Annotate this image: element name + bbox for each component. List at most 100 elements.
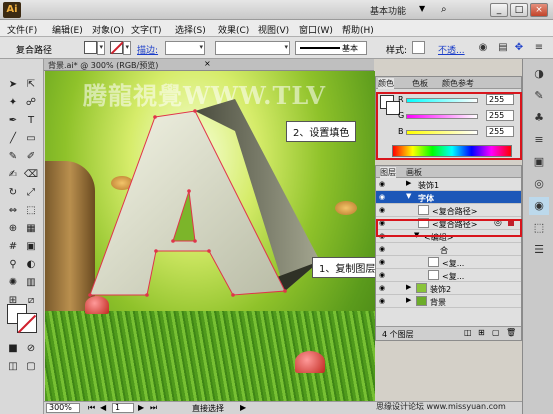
layer-name[interactable]: 装饰1 <box>418 180 439 191</box>
perspective-grid-tool-icon[interactable]: ▦ <box>22 221 40 237</box>
sublayer-row[interactable]: ◉ <复... <box>376 256 521 269</box>
direct-selection-tool-icon[interactable]: ⇱ <box>22 77 40 93</box>
color-panel-icon[interactable]: ◑ <box>529 65 549 83</box>
visibility-eye-icon[interactable]: ◉ <box>379 284 387 292</box>
none-mode-icon[interactable]: ⊘ <box>22 341 40 357</box>
sublayer-row[interactable]: ◉ <复... <box>376 269 521 282</box>
fill-dropdown[interactable]: ▾ <box>97 41 105 55</box>
pencil-tool-icon[interactable]: ✐ <box>22 149 40 165</box>
screen-mode-icon[interactable]: ▢ <box>22 359 40 375</box>
document-tab[interactable]: 背景.ai* @ 300% (RGB/预览) × <box>44 59 374 71</box>
menu-window[interactable]: 窗口(W) <box>299 23 333 36</box>
expand-triangle-icon[interactable]: ▶ <box>406 179 411 187</box>
align-icon[interactable]: ▤ <box>496 41 510 55</box>
collapse-triangle-icon[interactable]: ▼ <box>406 192 411 200</box>
symbol-sprayer-tool-icon[interactable]: ✺ <box>4 275 22 291</box>
lasso-tool-icon[interactable]: ☍ <box>22 95 40 111</box>
page-number[interactable]: 1 <box>112 403 134 413</box>
type-tool-icon[interactable]: T <box>22 113 40 129</box>
layer-name[interactable]: 装饰2 <box>430 284 451 295</box>
expand-triangle-icon[interactable]: ▶ <box>406 296 411 304</box>
drawing-mode-icon[interactable]: ◫ <box>4 359 22 375</box>
mesh-tool-icon[interactable]: # <box>4 239 22 255</box>
search-icon[interactable]: ⌕ <box>441 4 453 16</box>
column-graph-tool-icon[interactable]: ▥ <box>22 275 40 291</box>
symbols-panel-icon[interactable]: ♣ <box>529 109 549 127</box>
menu-type[interactable]: 文字(T) <box>131 23 162 36</box>
visibility-eye-icon[interactable]: ◉ <box>379 206 387 214</box>
sublayer-row[interactable]: ◉ 合 <box>376 243 521 256</box>
rotate-tool-icon[interactable]: ↻ <box>4 185 22 201</box>
menu-edit[interactable]: 编辑(E) <box>52 23 83 36</box>
stroke-label[interactable]: 描边: <box>137 43 158 56</box>
visibility-eye-icon[interactable]: ◉ <box>379 180 387 188</box>
layer-name[interactable]: <复合路径> <box>432 206 477 217</box>
tab-color[interactable]: 颜色 <box>378 78 394 89</box>
next-page-icon[interactable]: ▶ <box>138 403 144 412</box>
layer-name[interactable]: 合 <box>440 245 448 256</box>
menu-object[interactable]: 对象(O) <box>92 23 124 36</box>
shape-builder-tool-icon[interactable]: ⊕ <box>4 221 22 237</box>
visibility-eye-icon[interactable]: ◉ <box>379 193 387 201</box>
previous-page-icon[interactable]: ◀ <box>100 403 106 412</box>
brushes-panel-icon[interactable]: ✎ <box>529 87 549 105</box>
stroke-color-swatch[interactable] <box>110 41 123 54</box>
visibility-eye-icon[interactable]: ◉ <box>379 258 387 266</box>
appearance-panel-icon[interactable]: ◉ <box>529 197 549 215</box>
opacity-link[interactable]: 不透... <box>438 43 465 56</box>
color-mode-icon[interactable]: ■ <box>4 341 22 357</box>
layer-row-font[interactable]: ◉ ▼ 字体 <box>376 191 521 204</box>
blend-tool-icon[interactable]: ◐ <box>22 257 40 273</box>
recolor-artwork-icon[interactable]: ◉ <box>476 41 490 55</box>
gradient-panel-icon[interactable]: ▣ <box>529 153 549 171</box>
layers-panel-icon[interactable]: ☰ <box>529 241 549 259</box>
eraser-tool-icon[interactable]: ⌫ <box>22 167 40 183</box>
blob-brush-tool-icon[interactable]: ✍ <box>4 167 22 183</box>
scale-tool-icon[interactable]: ⤢ <box>22 185 40 201</box>
close-icon[interactable]: × <box>530 3 548 17</box>
graphic-styles-panel-icon[interactable]: ⬚ <box>529 219 549 237</box>
first-page-icon[interactable]: ⏮ <box>88 403 95 413</box>
layer-name[interactable]: <复... <box>442 258 464 269</box>
workspace-caret-icon[interactable]: ▼ <box>419 4 425 13</box>
fill-color-swatch[interactable] <box>84 41 97 54</box>
gradient-tool-icon[interactable]: ▣ <box>22 239 40 255</box>
line-tool-icon[interactable]: ╱ <box>4 131 22 147</box>
tab-artboards[interactable]: 画板 <box>406 167 422 178</box>
eyedropper-tool-icon[interactable]: ⚲ <box>4 257 22 273</box>
layer-row-deco2[interactable]: ◉ ▶ 装饰2 <box>376 282 521 295</box>
stroke-panel-icon[interactable]: ≡ <box>529 131 549 149</box>
selection-tool-icon[interactable]: ➤ <box>4 77 22 93</box>
width-tool-icon[interactable]: ⇔ <box>4 203 22 219</box>
stroke-weight-field[interactable]: ▾ <box>165 41 205 55</box>
last-page-icon[interactable]: ⏭ <box>150 403 157 413</box>
stroke-swatch[interactable] <box>17 313 37 333</box>
pen-tool-icon[interactable]: ✒ <box>4 113 22 129</box>
brush-definition[interactable]: 基本 <box>295 41 367 55</box>
tab-color-guide[interactable]: 颜色参考 <box>442 78 474 89</box>
tab-layers[interactable]: 图层 <box>380 167 396 178</box>
layer-row-background[interactable]: ◉ ▶ 背景 <box>376 295 521 308</box>
layer-row-deco1[interactable]: ◉ ▶ 装饰1 <box>376 178 521 191</box>
stroke-dropdown[interactable]: ▾ <box>123 41 131 55</box>
magic-wand-tool-icon[interactable]: ✦ <box>4 95 22 111</box>
variable-width-profile[interactable]: ▾ <box>215 41 290 55</box>
graphic-style-swatch[interactable] <box>412 41 425 54</box>
new-sublayer-icon[interactable]: ⊞ <box>478 328 485 337</box>
visibility-eye-icon[interactable]: ◉ <box>379 271 387 279</box>
transform-icon[interactable]: ✥ <box>512 41 526 55</box>
tab-swatches[interactable]: 色板 <box>412 78 428 89</box>
status-menu-icon[interactable]: ▶ <box>240 403 246 412</box>
visibility-eye-icon[interactable]: ◉ <box>379 297 387 305</box>
rectangle-tool-icon[interactable]: ▭ <box>22 131 40 147</box>
paintbrush-tool-icon[interactable]: ✎ <box>4 149 22 165</box>
menu-file[interactable]: 文件(F) <box>7 23 37 36</box>
new-layer-icon[interactable]: ▢ <box>492 328 500 337</box>
sublayer-row[interactable]: ◉ <复合路径> <box>376 204 521 217</box>
expand-triangle-icon[interactable]: ▶ <box>406 283 411 291</box>
panel-menu-icon[interactable]: ≡ <box>532 41 546 55</box>
tab-close-icon[interactable]: × <box>204 59 211 68</box>
delete-layer-icon[interactable]: 🗑 <box>506 328 516 337</box>
menu-view[interactable]: 视图(V) <box>258 23 289 36</box>
menu-help[interactable]: 帮助(H) <box>342 23 374 36</box>
